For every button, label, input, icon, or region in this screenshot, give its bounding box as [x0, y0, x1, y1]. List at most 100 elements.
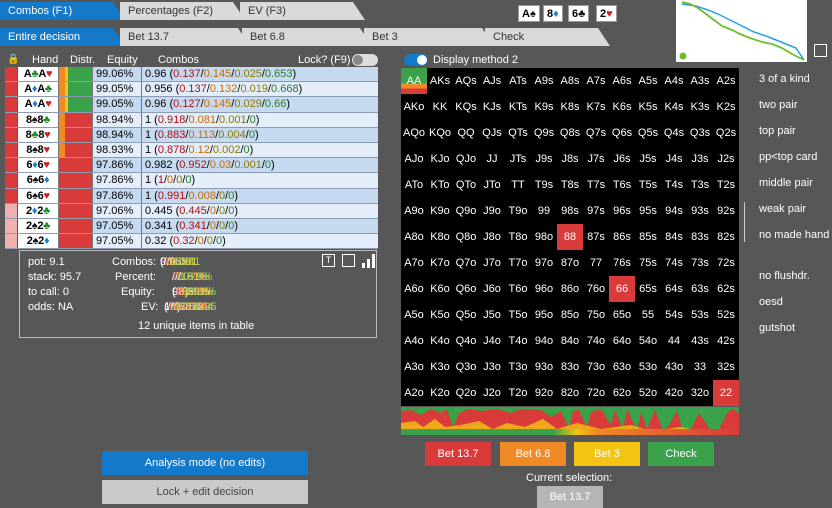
grid-cell[interactable]: A3o	[401, 354, 427, 380]
grid-cell[interactable]: J2o	[479, 380, 505, 406]
grid-cell[interactable]: 98s	[557, 198, 583, 224]
grid-cell[interactable]: 82o	[557, 380, 583, 406]
grid-cell[interactable]: K2o	[427, 380, 453, 406]
row-lock-cell[interactable]	[5, 173, 18, 188]
grid-cell[interactable]: 85o	[557, 302, 583, 328]
grid-cell[interactable]: 95o	[531, 302, 557, 328]
grid-cell[interactable]: J5s	[635, 146, 661, 172]
category-3-of-a-kind[interactable]: 3 of a kind	[759, 73, 810, 85]
tab-ev[interactable]: EV (F3)	[240, 2, 365, 20]
grid-cell[interactable]: K6s	[609, 94, 635, 120]
grid-cell[interactable]: 73o	[583, 354, 609, 380]
row-lock-cell[interactable]	[5, 188, 18, 203]
grid-cell[interactable]: J5o	[479, 302, 505, 328]
row-lock-cell[interactable]	[5, 218, 18, 234]
grid-cell[interactable]: 75o	[583, 302, 609, 328]
grid-cell[interactable]: A5s	[635, 68, 661, 94]
grid-cell[interactable]: 74o	[583, 328, 609, 354]
grid-cell[interactable]: AQo	[401, 120, 427, 146]
grid-cell[interactable]: 53o	[635, 354, 661, 380]
category-pp-top-card[interactable]: pp<top card	[759, 151, 817, 163]
grid-cell[interactable]: JJ	[479, 146, 505, 172]
action-bet-3-button[interactable]: Bet 3	[574, 442, 640, 466]
grid-cell[interactable]: 66	[609, 276, 635, 302]
grid-cell[interactable]: A9o	[401, 198, 427, 224]
grid-cell[interactable]: J7o	[479, 250, 505, 276]
grid-cell[interactable]: 42o	[661, 380, 687, 406]
row-lock-cell[interactable]	[5, 234, 18, 249]
grid-cell[interactable]: K7s	[583, 94, 609, 120]
grid-cell[interactable]: Q8o	[453, 224, 479, 250]
grid-cell[interactable]: 96s	[609, 198, 635, 224]
grid-cell[interactable]: AJs	[479, 68, 505, 94]
grid-cell[interactable]: Q7s	[583, 120, 609, 146]
grid-cell[interactable]: T8s	[557, 172, 583, 198]
grid-cell[interactable]: Q9o	[453, 198, 479, 224]
grid-cell[interactable]: J3s	[687, 146, 713, 172]
col-hand[interactable]: Hand	[32, 54, 58, 66]
grid-cell[interactable]: KTo	[427, 172, 453, 198]
grid-cell[interactable]: 64o	[609, 328, 635, 354]
grid-cell[interactable]: 94o	[531, 328, 557, 354]
grid-cell[interactable]: 53s	[687, 302, 713, 328]
grid-cell[interactable]: J8s	[557, 146, 583, 172]
grid-cell[interactable]: T9o	[505, 198, 531, 224]
grid-cell[interactable]: KJo	[427, 146, 453, 172]
category-middle-pair[interactable]: middle pair	[759, 177, 813, 189]
table-row[interactable]: A♦A♣ 99.05% 0.956 (0.137/0.132/0.019/0.668…	[5, 82, 378, 98]
category-top-pair[interactable]: top pair	[759, 125, 796, 137]
table-row[interactable]: A♣A♥ 99.06% 0.96 (0.137/0.145/0.025/0.653)	[5, 67, 378, 83]
text-export-icon[interactable]: T	[322, 254, 335, 267]
grid-cell[interactable]: A8s	[557, 68, 583, 94]
table-row[interactable]: 2♠2♣ 97.05% 0.341 (0.341/0/0/0)	[5, 218, 378, 235]
grid-cell[interactable]: TT	[505, 172, 531, 198]
grid-cell[interactable]: A9s	[531, 68, 557, 94]
grid-cell[interactable]: KQs	[453, 94, 479, 120]
grid-cell[interactable]: Q3s	[687, 120, 713, 146]
grid-cell[interactable]: T2o	[505, 380, 531, 406]
grid-cell[interactable]: K9s	[531, 94, 557, 120]
grid-cell[interactable]: K7o	[427, 250, 453, 276]
grid-cell[interactable]: 74s	[661, 250, 687, 276]
grid-cell[interactable]: QJo	[453, 146, 479, 172]
table-row[interactable]: 6♠6♦ 97.86% 1 (1/0/0/0)	[5, 173, 378, 189]
grid-cell[interactable]: QJs	[479, 120, 505, 146]
grid-cell[interactable]: JTs	[505, 146, 531, 172]
grid-cell[interactable]: K9o	[427, 198, 453, 224]
grid-cell[interactable]: ATo	[401, 172, 427, 198]
grid-cell[interactable]: K2s	[713, 94, 739, 120]
grid-cell[interactable]: T6s	[609, 172, 635, 198]
grid-cell[interactable]: 92s	[713, 198, 739, 224]
grid-cell[interactable]: 84o	[557, 328, 583, 354]
grid-cell[interactable]: J7s	[583, 146, 609, 172]
table-row[interactable]: A♦A♥ 99.05% 0.96 (0.127/0.145/0.029/0.66)	[5, 97, 378, 113]
grid-cell[interactable]: Q2o	[453, 380, 479, 406]
grid-cell[interactable]: T9s	[531, 172, 557, 198]
table-row[interactable]: 6♠6♥ 97.86% 1 (0.991/0.008/0/0)	[5, 188, 378, 204]
category-two-pair[interactable]: two pair	[759, 99, 798, 111]
grid-cell[interactable]: KK	[427, 94, 453, 120]
grid-cell[interactable]: K5s	[635, 94, 661, 120]
tab-check[interactable]: Check	[485, 28, 610, 46]
grid-cell[interactable]: K4s	[661, 94, 687, 120]
grid-cell[interactable]: T6o	[505, 276, 531, 302]
grid-cell[interactable]: 86s	[609, 224, 635, 250]
grid-cell[interactable]: 62s	[713, 276, 739, 302]
grid-cell[interactable]: 76s	[609, 250, 635, 276]
grid-cell[interactable]: 83s	[687, 224, 713, 250]
grid-cell[interactable]: A8o	[401, 224, 427, 250]
row-lock-cell[interactable]	[5, 142, 18, 158]
grid-cell[interactable]: 62o	[609, 380, 635, 406]
grid-cell[interactable]: K3o	[427, 354, 453, 380]
analysis-mode-button[interactable]: Analysis mode (no edits)	[102, 451, 308, 475]
grid-cell[interactable]: K5o	[427, 302, 453, 328]
grid-cell[interactable]: T2s	[713, 172, 739, 198]
grid-cell[interactable]: 97o	[531, 250, 557, 276]
popout-icon[interactable]	[814, 44, 827, 57]
grid-cell[interactable]: 42s	[713, 328, 739, 354]
lock-toggle[interactable]	[352, 54, 378, 66]
grid-cell[interactable]: QQ	[453, 120, 479, 146]
grid-cell[interactable]: 86o	[557, 276, 583, 302]
grid-cell[interactable]: 32s	[713, 354, 739, 380]
category-weak-pair[interactable]: weak pair	[759, 203, 806, 215]
